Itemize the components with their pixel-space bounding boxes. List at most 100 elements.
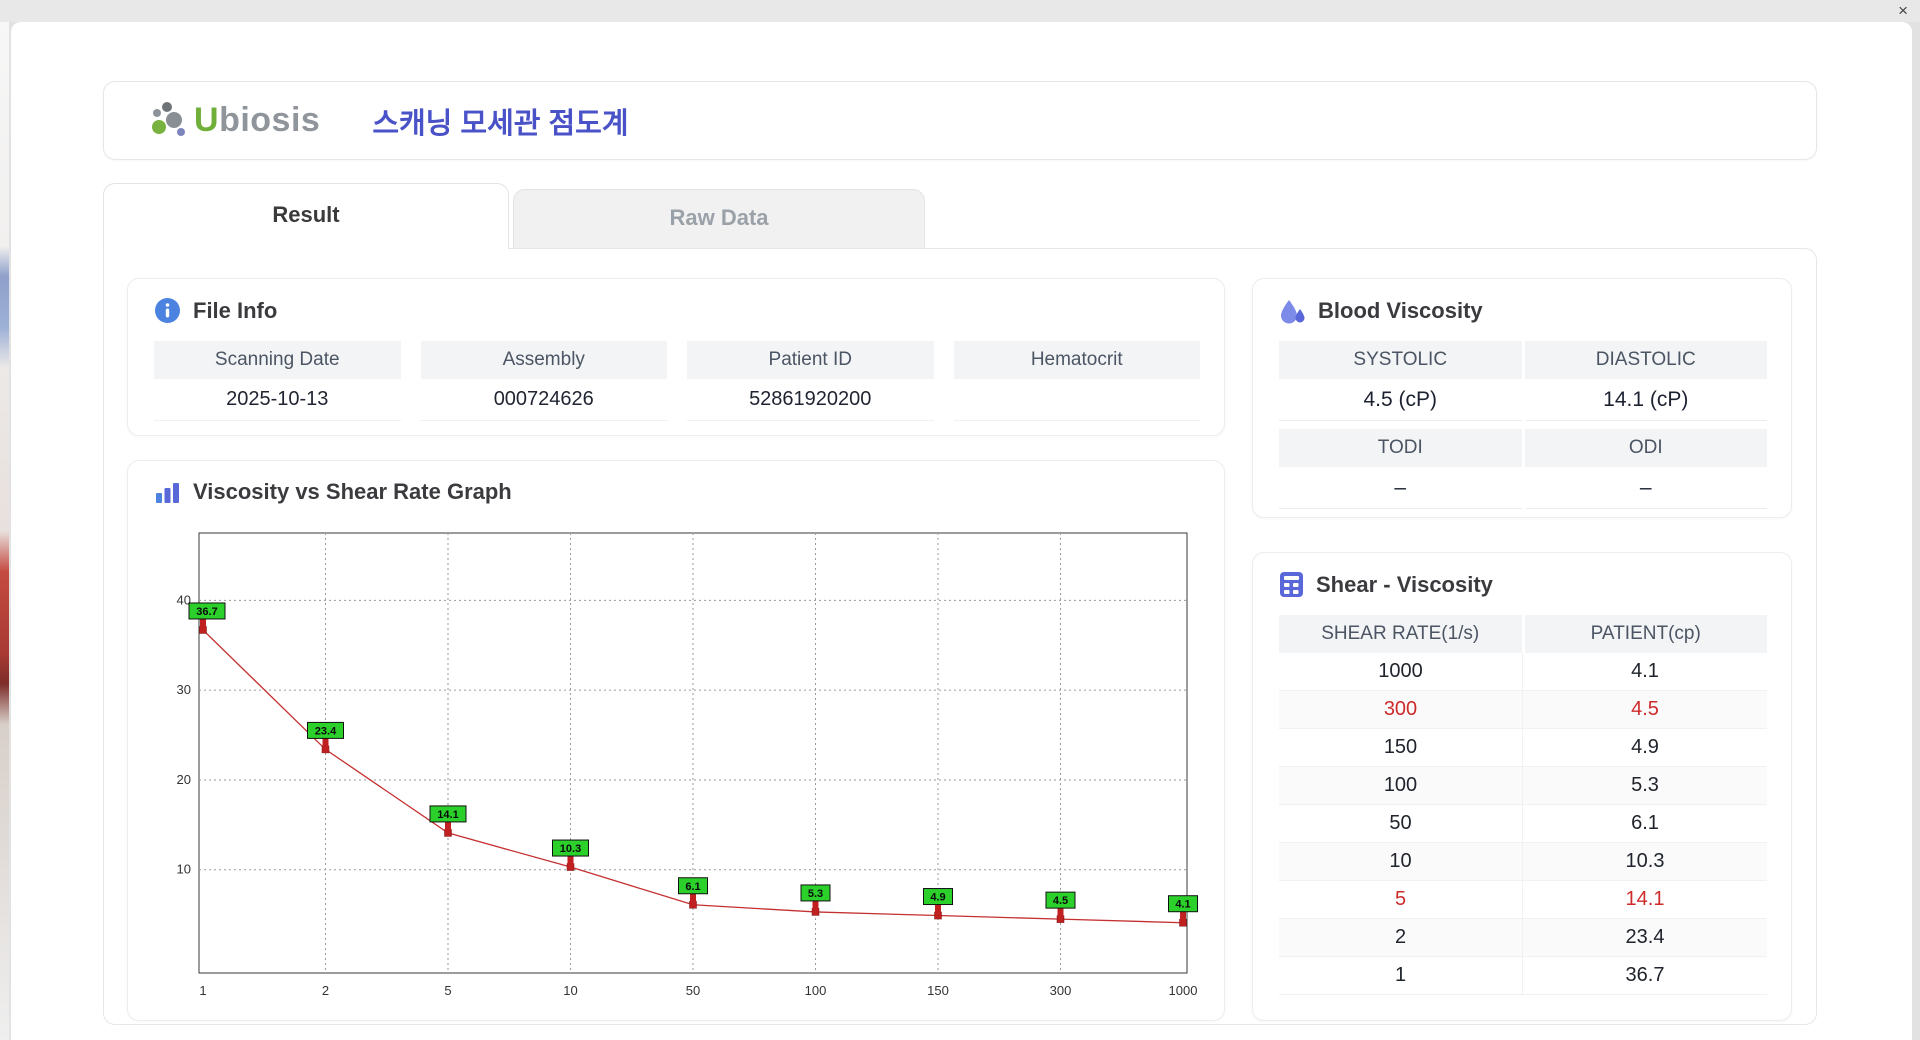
file-info-header: File Info	[154, 297, 277, 324]
section-title: Shear - Viscosity	[1316, 571, 1493, 597]
svg-text:6.1: 6.1	[685, 881, 700, 893]
svg-text:14.1: 14.1	[437, 809, 458, 821]
svg-text:100: 100	[805, 983, 827, 998]
app-logo: Ubiosis	[148, 100, 320, 142]
viscosity-chart-svg: 102030401 2 5 10 50 100 150 300 100036.723.414.1…	[177, 532, 1198, 998]
svg-text:5.3: 5.3	[808, 888, 823, 900]
table-cell-patient: 36.7	[1523, 957, 1767, 995]
graph-card: Viscosity vs Shear Rate Graph 10 20 30 40 1 2…	[127, 460, 1225, 1021]
field-label: Assembly	[420, 341, 667, 379]
logo-dots-icon	[152, 101, 185, 136]
field-value: 2025-10-13	[154, 379, 401, 421]
shear-table: SHEAR RATE(1/s) PATIENT(cp) 1000 4.1 300 4.…	[1279, 615, 1767, 995]
table-cell-patient: 23.4	[1523, 919, 1767, 957]
file-info-field-hematocrit: Hematocrit	[953, 341, 1200, 421]
droplet-icon	[1281, 300, 1305, 324]
column-header-shear-rate: SHEAR RATE(1/s)	[1279, 615, 1522, 653]
graph-header: Viscosity vs Shear Rate Graph	[154, 479, 512, 505]
stat-value-systolic: 4.5 (cP)	[1279, 379, 1522, 421]
table-cell-patient: 4.9	[1523, 729, 1767, 767]
svg-text:10: 10	[563, 983, 577, 998]
stat-label-systolic: SYSTOLIC	[1279, 341, 1522, 379]
svg-text:20: 20	[177, 772, 191, 787]
shear-viscosity-header: Shear - Viscosity	[1279, 571, 1493, 598]
bar-chart-icon	[156, 482, 179, 503]
table-row: 1000 4.1	[1279, 653, 1767, 691]
table-cell-patient: 4.5	[1523, 691, 1767, 729]
svg-text:30: 30	[177, 682, 191, 697]
logo-text: Ubiosis	[194, 101, 321, 139]
table-cell-shear: 300	[1279, 691, 1523, 729]
table-cell-patient: 5.3	[1523, 767, 1767, 805]
table-row: 50 6.1	[1279, 805, 1767, 843]
stat-value-todi: –	[1279, 467, 1522, 509]
svg-text:4.9: 4.9	[930, 892, 945, 904]
info-icon	[155, 298, 180, 323]
field-value: 52861920200	[687, 379, 934, 421]
table-cell-shear: 50	[1279, 805, 1523, 843]
section-title: Blood Viscosity	[1318, 298, 1483, 323]
file-info-fields: Scanning Date 2025-10-13 Assembly 000724…	[154, 341, 1200, 421]
table-row: 2 23.4	[1279, 919, 1767, 957]
tab-raw-data[interactable]: Raw Data	[513, 189, 925, 248]
viscosity-chart: 10 20 30 40 1 2 5 10 50 100 150 300 1000 36.7 23.4 14.1…	[155, 525, 1201, 1016]
table-cell-patient: 10.3	[1523, 843, 1767, 881]
blood-viscosity-header: Blood Viscosity	[1279, 297, 1483, 325]
field-label: Patient ID	[687, 341, 934, 379]
table-row: 300 4.5	[1279, 691, 1767, 729]
stat-value-diastolic: 14.1 (cP)	[1524, 379, 1767, 421]
file-info-field-scanning-date: Scanning Date 2025-10-13	[154, 341, 401, 421]
table-row: 1 36.7	[1279, 957, 1767, 995]
field-label: Scanning Date	[154, 341, 401, 379]
stat-value-odi: –	[1524, 467, 1767, 509]
blood-viscosity-grid: SYSTOLIC DIASTOLIC 4.5 (cP) 14.1 (cP) TO…	[1279, 341, 1767, 509]
os-titlebar: ×	[0, 0, 1920, 22]
section-title: Viscosity vs Shear Rate Graph	[193, 479, 512, 504]
table-row: 10 10.3	[1279, 843, 1767, 881]
svg-text:10.3: 10.3	[560, 843, 581, 855]
file-info-field-assembly: Assembly 000724626	[420, 341, 667, 421]
blood-viscosity-card: Blood Viscosity SYSTOLIC DIASTOLIC 4.5 (…	[1252, 278, 1792, 518]
table-row: 5 14.1	[1279, 881, 1767, 919]
shear-table-body: 1000 4.1 300 4.5 150 4.9 100 5.3 50 6.1 10 10.3 5 14.…	[1279, 653, 1767, 995]
stat-label-todi: TODI	[1279, 429, 1522, 467]
field-value: 000724626	[420, 379, 667, 421]
field-value	[953, 379, 1200, 421]
content-panel: File Info Scanning Date 2025-10-13 Assem…	[103, 248, 1817, 1025]
column-header-patient: PATIENT(cp)	[1524, 615, 1767, 653]
svg-text:5: 5	[444, 983, 451, 998]
svg-text:50: 50	[686, 983, 700, 998]
file-info-field-patient-id: Patient ID 52861920200	[687, 341, 934, 421]
table-cell-shear: 1	[1279, 957, 1523, 995]
svg-text:1: 1	[199, 983, 206, 998]
background-sliver	[0, 22, 9, 1040]
calculator-icon	[1280, 572, 1303, 597]
app-window: Ubiosis 스캐닝 모세관 점도계 Result Raw Data File…	[11, 22, 1912, 1040]
table-cell-shear: 100	[1279, 767, 1523, 805]
tab-result[interactable]: Result	[103, 183, 509, 249]
page-title: 스캐닝 모세관 점도계	[372, 107, 629, 140]
svg-text:10: 10	[177, 862, 191, 877]
app-header: Ubiosis 스캐닝 모세관 점도계	[103, 81, 1817, 160]
stat-label-odi: ODI	[1524, 429, 1767, 467]
table-cell-patient: 4.1	[1523, 653, 1767, 691]
table-cell-shear: 5	[1279, 881, 1523, 919]
field-label: Hematocrit	[953, 341, 1200, 379]
close-icon[interactable]: ×	[1898, 0, 1908, 22]
shear-viscosity-card: Shear - Viscosity SHEAR RATE(1/s) PATIEN…	[1252, 552, 1792, 1021]
table-cell-shear: 150	[1279, 729, 1523, 767]
table-cell-shear: 1000	[1279, 653, 1523, 691]
shear-table-header: SHEAR RATE(1/s) PATIENT(cp)	[1279, 615, 1767, 653]
svg-text:4.1: 4.1	[1175, 899, 1190, 911]
svg-text:23.4: 23.4	[315, 725, 337, 737]
table-cell-patient: 6.1	[1523, 805, 1767, 843]
svg-text:150: 150	[927, 983, 949, 998]
svg-text:4.5: 4.5	[1053, 895, 1068, 907]
table-cell-shear: 2	[1279, 919, 1523, 957]
section-title: File Info	[193, 297, 278, 323]
file-info-card: File Info Scanning Date 2025-10-13 Assem…	[127, 278, 1225, 436]
svg-text:300: 300	[1050, 983, 1072, 998]
table-cell-patient: 14.1	[1523, 881, 1767, 919]
table-row: 150 4.9	[1279, 729, 1767, 767]
table-cell-shear: 10	[1279, 843, 1523, 881]
